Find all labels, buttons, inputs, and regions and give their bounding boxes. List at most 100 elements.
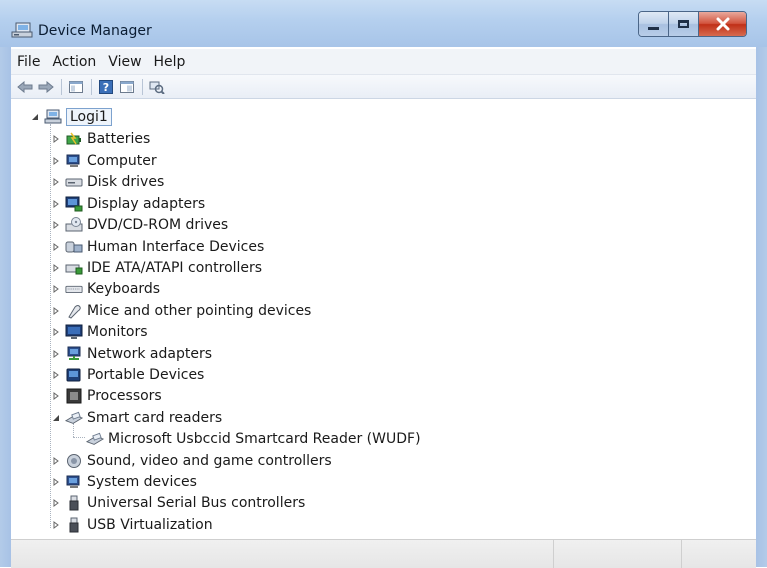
collapsed-arrow-icon[interactable]	[51, 456, 61, 466]
tree-node-batteries[interactable]: Batteries	[51, 128, 150, 149]
tree-node-sound-video-and-game-controllers[interactable]: Sound, video and game controllers	[51, 450, 332, 471]
expanded-arrow-icon[interactable]	[51, 413, 61, 423]
menu-help[interactable]: Help	[148, 51, 192, 73]
collapsed-arrow-icon[interactable]	[51, 263, 61, 273]
help-button[interactable]: ?	[96, 78, 116, 96]
collapsed-arrow-icon[interactable]	[51, 370, 61, 380]
portable-device-icon	[65, 367, 83, 383]
back-icon	[17, 80, 33, 93]
collapsed-arrow-icon[interactable]	[51, 242, 61, 252]
menu-action[interactable]: Action	[46, 51, 102, 73]
minimize-button[interactable]	[639, 12, 669, 36]
usb-icon	[65, 517, 83, 533]
battery-icon	[65, 131, 83, 147]
collapsed-arrow-icon[interactable]	[51, 520, 61, 530]
computer-icon	[65, 153, 83, 169]
menu-file[interactable]: File	[11, 51, 46, 73]
collapsed-arrow-icon[interactable]	[51, 156, 61, 166]
tree-node-display-adapters[interactable]: Display adapters	[51, 193, 205, 214]
tree-node-label: IDE ATA/ATAPI controllers	[87, 259, 263, 276]
tree-node-label: Disk drives	[87, 173, 165, 190]
close-icon	[716, 17, 729, 31]
expanded-arrow-icon[interactable]	[30, 112, 40, 122]
tree-node-human-interface-devices[interactable]: Human Interface Devices	[51, 236, 264, 257]
minimize-icon	[648, 26, 659, 30]
device-manager-icon	[11, 21, 33, 39]
mouse-icon	[65, 303, 83, 319]
back-button[interactable]	[15, 78, 35, 96]
tree-root-node[interactable]: Logi1	[30, 106, 112, 127]
collapsed-arrow-icon[interactable]	[51, 306, 61, 316]
menu-view[interactable]: View	[102, 51, 147, 73]
window-frame-right	[756, 47, 767, 567]
collapsed-arrow-icon[interactable]	[51, 349, 61, 359]
properties-button[interactable]	[117, 78, 137, 96]
tree-node-ide-ata-atapi-controllers[interactable]: IDE ATA/ATAPI controllers	[51, 257, 262, 278]
tree-node-label: Processors	[87, 387, 162, 404]
window-title: Device Manager	[38, 23, 152, 39]
show-hide-console-tree-button[interactable]	[66, 78, 86, 96]
properties-icon	[120, 80, 134, 93]
tree-node-keyboards[interactable]: Keyboards	[51, 278, 160, 299]
tree-node-disk-drives[interactable]: Disk drives	[51, 171, 164, 192]
tree-node-mice-and-other-pointing-devices[interactable]: Mice and other pointing devices	[51, 300, 311, 321]
status-pane	[554, 540, 683, 568]
svg-text:?: ?	[103, 81, 109, 94]
toolbar: ?	[11, 75, 756, 99]
show-hide-console-tree-icon	[69, 80, 83, 93]
tree-node-monitors[interactable]: Monitors	[51, 321, 148, 342]
maximize-icon	[678, 20, 689, 28]
menu-bar: File Action View Help	[11, 49, 756, 75]
collapsed-arrow-icon[interactable]	[51, 177, 61, 187]
tree-node-universal-serial-bus-controllers[interactable]: Universal Serial Bus controllers	[51, 492, 305, 513]
tree-node-label: Monitors	[87, 323, 148, 340]
tree-node-label: Sound, video and game controllers	[87, 452, 332, 469]
network-adapter-icon	[65, 346, 83, 362]
tree-node-dvd-cd-rom-drives[interactable]: DVD/CD-ROM drives	[51, 214, 228, 235]
title-bar[interactable]: Device Manager	[0, 0, 767, 47]
forward-button[interactable]	[36, 78, 56, 96]
collapsed-arrow-icon[interactable]	[51, 477, 61, 487]
tree-node-label: Human Interface Devices	[87, 238, 265, 255]
tree-node-label: DVD/CD-ROM drives	[87, 216, 229, 233]
toolbar-separator	[142, 78, 143, 95]
status-pane	[11, 540, 555, 568]
tree-node-microsoft-usbccid-smartcard-reader[interactable]: Microsoft Usbccid Smartcard Reader (WUDF…	[86, 428, 421, 449]
disk-drive-icon	[65, 174, 83, 190]
scan-hardware-icon	[149, 81, 165, 94]
collapsed-arrow-icon[interactable]	[51, 284, 61, 294]
smart-card-reader-icon	[86, 431, 104, 447]
collapsed-arrow-icon[interactable]	[51, 327, 61, 337]
scan-hardware-button[interactable]	[147, 78, 167, 96]
tree-node-label: Microsoft Usbccid Smartcard Reader (WUDF…	[108, 430, 421, 447]
close-button[interactable]	[699, 12, 746, 36]
tree-node-portable-devices[interactable]: Portable Devices	[51, 364, 204, 385]
collapsed-arrow-icon[interactable]	[51, 391, 61, 401]
tree-node-label: Universal Serial Bus controllers	[87, 494, 306, 511]
tree-node-usb-virtualization[interactable]: USB Virtualization	[51, 514, 213, 535]
tree-node-label: System devices	[87, 473, 197, 490]
tree-node-network-adapters[interactable]: Network adapters	[51, 343, 212, 364]
maximize-button[interactable]	[669, 12, 699, 36]
smart-card-reader-icon	[65, 410, 83, 426]
tree-node-computer[interactable]: Computer	[51, 150, 157, 171]
tree-node-processors[interactable]: Processors	[51, 385, 162, 406]
collapsed-arrow-icon[interactable]	[51, 220, 61, 230]
keyboard-icon	[65, 281, 83, 297]
device-tree-pane[interactable]: Logi1 Batteries Computer Disk drives Dis…	[11, 100, 756, 539]
help-icon: ?	[99, 79, 113, 94]
collapsed-arrow-icon[interactable]	[51, 134, 61, 144]
collapsed-arrow-icon[interactable]	[51, 498, 61, 508]
tree-node-label: Batteries	[87, 130, 151, 147]
tree-node-system-devices[interactable]: System devices	[51, 471, 197, 492]
tree-node-label: Network adapters	[87, 345, 212, 362]
monitor-icon	[65, 324, 83, 340]
collapsed-arrow-icon[interactable]	[51, 199, 61, 209]
tree-node-label: Computer	[87, 152, 157, 169]
ide-controller-icon	[65, 260, 83, 276]
tree-node-label: Display adapters	[87, 195, 206, 212]
display-adapter-icon	[65, 196, 83, 212]
usb-icon	[65, 495, 83, 511]
dvd-drive-icon	[65, 216, 83, 233]
tree-node-smart-card-readers[interactable]: Smart card readers	[51, 407, 222, 428]
